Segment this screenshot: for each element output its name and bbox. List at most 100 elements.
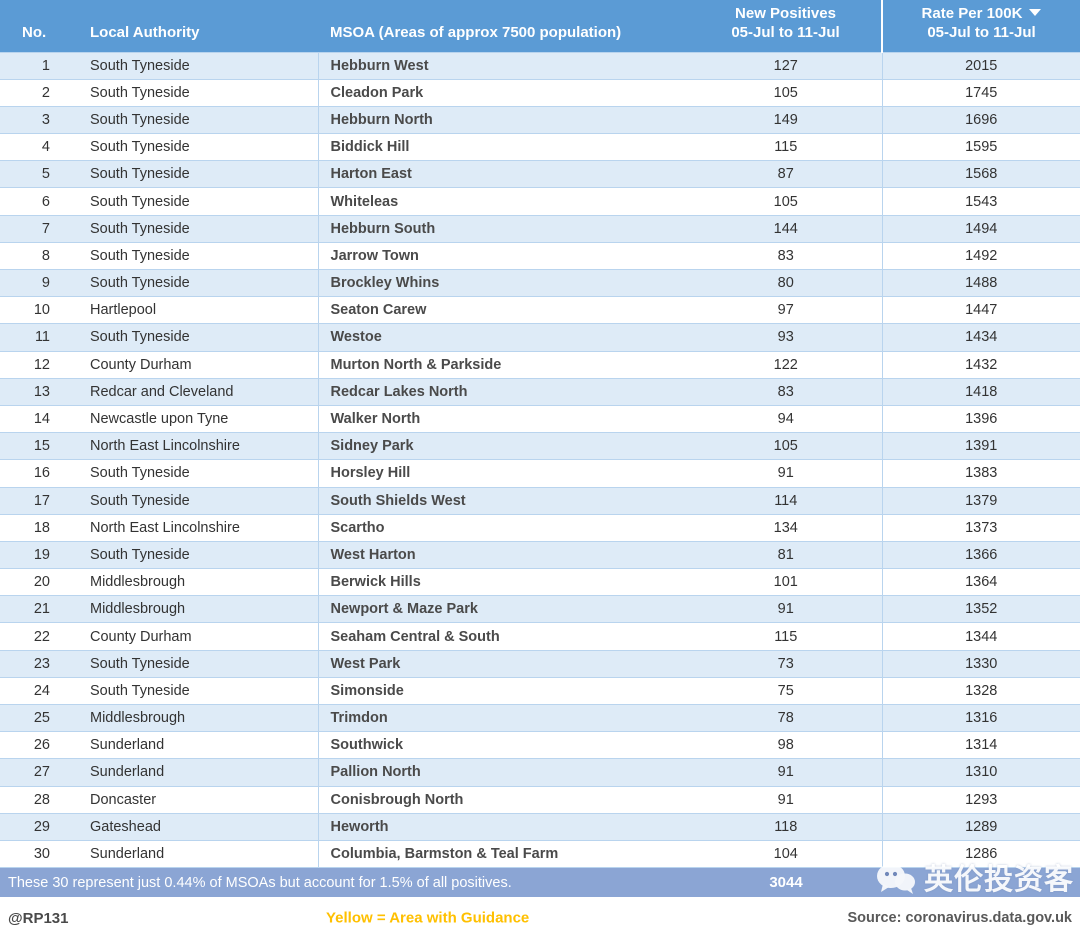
row-local-authority: County Durham	[78, 350, 318, 379]
column-header-msoa-label: MSOA (Areas of approx 7500 population)	[330, 23, 622, 41]
table-row: 4 South Tyneside Biddick Hill 115 1595	[0, 133, 1080, 162]
row-local-authority: Newcastle upon Tyne	[78, 404, 318, 434]
row-rate-per-100k: 1314	[881, 731, 1080, 760]
row-rank: 10	[0, 296, 78, 325]
table-row: 29 Gateshead Heworth 118 1289	[0, 812, 1080, 841]
sort-descending-caret-icon[interactable]	[1029, 9, 1042, 16]
row-rank: 28	[0, 785, 78, 814]
table-row: 17 South Tyneside South Shields West 114 137…	[0, 486, 1080, 515]
row-new-positives: 94	[690, 404, 882, 434]
table-row: 8 South Tyneside Jarrow Town 83 1492	[0, 241, 1080, 271]
row-msoa-name: Sidney Park	[317, 432, 690, 461]
row-local-authority: South Tyneside	[78, 649, 318, 678]
row-rate-per-100k: 1344	[881, 622, 1080, 651]
row-rate-per-100k: 1310	[881, 758, 1080, 787]
row-rank: 6	[0, 187, 78, 216]
column-header-local-authority-label: Local Authority	[90, 23, 200, 41]
table-row: 6 South Tyneside Whiteleas 105 1543	[0, 187, 1080, 216]
row-rank: 14	[0, 404, 78, 434]
row-local-authority: Hartlepool	[78, 296, 318, 325]
row-rank: 20	[0, 568, 78, 597]
summary-bar: These 30 represent just 0.44% of MSOAs b…	[0, 868, 1080, 898]
row-rank: 29	[0, 812, 78, 841]
row-new-positives: 104	[690, 839, 882, 869]
row-new-positives: 91	[690, 595, 882, 624]
row-rate-per-100k: 1432	[881, 350, 1080, 379]
row-local-authority: South Tyneside	[78, 486, 318, 515]
row-rate-per-100k: 1447	[881, 296, 1080, 325]
row-local-authority: Gateshead	[78, 812, 318, 841]
row-rate-per-100k: 1595	[881, 133, 1080, 162]
column-header-new-positives[interactable]: New Positives 05-Jul to 11-Jul	[690, 0, 882, 52]
row-rank: 1	[0, 51, 78, 80]
row-local-authority: Sunderland	[78, 839, 318, 869]
table-row: 9 South Tyneside Brockley Whins 80 1488	[0, 268, 1080, 298]
row-rate-per-100k: 1328	[881, 676, 1080, 706]
row-rank: 9	[0, 268, 78, 298]
row-new-positives: 114	[690, 486, 882, 515]
row-rank: 4	[0, 133, 78, 162]
row-local-authority: South Tyneside	[78, 214, 318, 243]
column-header-new-positives-daterange: 05-Jul to 11-Jul	[731, 23, 840, 41]
source-attribution: Source: coronavirus.data.gov.uk	[847, 910, 1072, 927]
footer-bar: @RP131 Yellow = Area with Guidance Sourc…	[0, 897, 1080, 929]
row-local-authority: South Tyneside	[78, 268, 318, 298]
row-msoa-name: South Shields West	[317, 486, 690, 515]
row-local-authority: South Tyneside	[78, 676, 318, 706]
row-rate-per-100k: 1745	[881, 78, 1080, 107]
row-new-positives: 75	[690, 676, 882, 706]
row-rate-per-100k: 1289	[881, 812, 1080, 841]
row-rank: 21	[0, 595, 78, 624]
author-handle: @RP131	[8, 909, 69, 927]
row-msoa-name: Hebburn West	[317, 51, 690, 80]
row-rate-per-100k: 1396	[881, 404, 1080, 434]
row-msoa-name: Conisbrough North	[317, 785, 690, 814]
msoa-table: No. Local Authority MSOA (Areas of appro…	[0, 0, 1080, 869]
row-rank: 3	[0, 105, 78, 135]
row-local-authority: Middlesbrough	[78, 568, 318, 597]
row-rank: 18	[0, 513, 78, 542]
table-row: 16 South Tyneside Horsley Hill 91 1383	[0, 459, 1080, 488]
row-rank: 2	[0, 78, 78, 107]
row-rate-per-100k: 1492	[881, 241, 1080, 271]
row-rank: 13	[0, 377, 78, 406]
row-new-positives: 98	[690, 731, 882, 760]
column-header-no[interactable]: No.	[0, 0, 78, 52]
row-msoa-name: West Harton	[317, 540, 690, 570]
table-body: 1 South Tyneside Hebburn West 127 2015 2 South…	[0, 51, 1080, 869]
row-msoa-name: Redcar Lakes North	[317, 377, 690, 406]
column-header-rate-title: Rate Per 100K	[921, 5, 1023, 22]
row-new-positives: 93	[690, 323, 882, 352]
row-msoa-name: Biddick Hill	[317, 133, 690, 162]
row-rate-per-100k: 1293	[881, 785, 1080, 814]
row-rank: 23	[0, 649, 78, 678]
msoa-rates-table-graphic: No. Local Authority MSOA (Areas of appro…	[0, 0, 1080, 929]
row-local-authority: South Tyneside	[78, 187, 318, 216]
table-row: 23 South Tyneside West Park 73 1330	[0, 649, 1080, 678]
table-row: 11 South Tyneside Westoe 93 1434	[0, 323, 1080, 352]
row-new-positives: 97	[690, 296, 882, 325]
row-new-positives: 105	[690, 187, 882, 216]
row-rate-per-100k: 1383	[881, 459, 1080, 488]
row-rate-per-100k: 1364	[881, 568, 1080, 597]
row-new-positives: 91	[690, 785, 882, 814]
column-header-msoa[interactable]: MSOA (Areas of approx 7500 population)	[318, 0, 690, 52]
table-row: 21 Middlesbrough Newport & Maze Park 91 1352	[0, 595, 1080, 624]
row-local-authority: South Tyneside	[78, 105, 318, 135]
row-msoa-name: Trimdon	[317, 703, 690, 733]
column-header-rate-daterange: 05-Jul to 11-Jul	[927, 23, 1036, 41]
row-rank: 30	[0, 839, 78, 869]
table-row: 28 Doncaster Conisbrough North 91 1293	[0, 785, 1080, 814]
table-row: 1 South Tyneside Hebburn West 127 2015	[0, 51, 1080, 80]
row-local-authority: South Tyneside	[78, 78, 318, 107]
table-header: No. Local Authority MSOA (Areas of appro…	[0, 0, 1080, 52]
row-msoa-name: Hebburn North	[317, 105, 690, 135]
row-new-positives: 149	[690, 105, 882, 135]
row-rank: 8	[0, 241, 78, 271]
column-header-rate-per-100k[interactable]: Rate Per 100K 05-Jul to 11-Jul	[881, 0, 1080, 52]
table-row: 30 Sunderland Columbia, Barmston & Teal Fa…	[0, 839, 1080, 869]
table-row: 25 Middlesbrough Trimdon 78 1316	[0, 703, 1080, 733]
column-header-local-authority[interactable]: Local Authority	[78, 0, 318, 52]
row-msoa-name: Southwick	[317, 731, 690, 760]
row-local-authority: Sunderland	[78, 758, 318, 787]
